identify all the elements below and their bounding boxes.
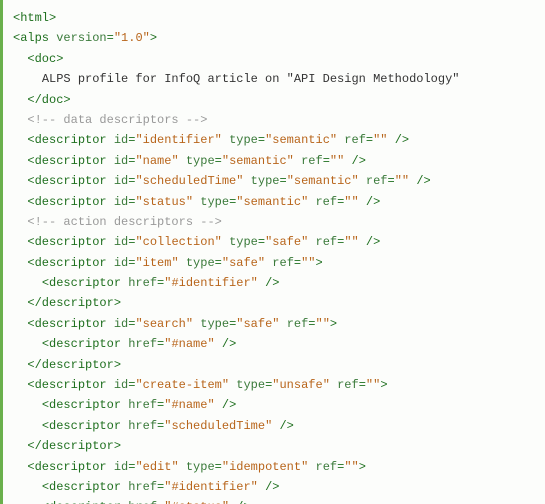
desc-status: <descriptor bbox=[27, 195, 106, 209]
desc-edit-child1: <descriptor bbox=[42, 480, 121, 494]
desc-create-child2: <descriptor bbox=[42, 419, 121, 433]
desc-collection: <descriptor bbox=[27, 235, 106, 249]
comment-data: <!-- data descriptors --> bbox=[27, 113, 207, 127]
desc-edit-open: <descriptor bbox=[27, 460, 106, 474]
desc-search-child: <descriptor bbox=[42, 337, 121, 351]
desc-create-open: <descriptor bbox=[27, 378, 106, 392]
desc-create-child1: <descriptor bbox=[42, 398, 121, 412]
desc-search-close: </descriptor> bbox=[27, 358, 121, 372]
desc-item-child: <descriptor bbox=[42, 276, 121, 290]
doc-open: <doc> bbox=[27, 52, 63, 66]
comment-action: <!-- action descriptors --> bbox=[27, 215, 221, 229]
desc-create-close: </descriptor> bbox=[27, 439, 121, 453]
desc-identifier: <descriptor bbox=[27, 133, 106, 147]
html-open-tag: <html> bbox=[13, 11, 56, 25]
alps-open: <alps bbox=[13, 31, 49, 45]
desc-edit-child2: <descriptor bbox=[42, 500, 121, 504]
desc-item-open: <descriptor bbox=[27, 256, 106, 270]
doc-close: </doc> bbox=[27, 93, 70, 107]
doc-text: ALPS profile for InfoQ article on "API D… bbox=[42, 72, 460, 86]
desc-item-close: </descriptor> bbox=[27, 296, 121, 310]
attr-version: version bbox=[56, 31, 106, 45]
desc-search-open: <descriptor bbox=[27, 317, 106, 331]
xml-code-block: <html> <alps version="1.0"> <doc> ALPS p… bbox=[0, 0, 545, 504]
desc-scheduledTime: <descriptor bbox=[27, 174, 106, 188]
desc-name: <descriptor bbox=[27, 154, 106, 168]
val-version: "1.0" bbox=[114, 31, 150, 45]
